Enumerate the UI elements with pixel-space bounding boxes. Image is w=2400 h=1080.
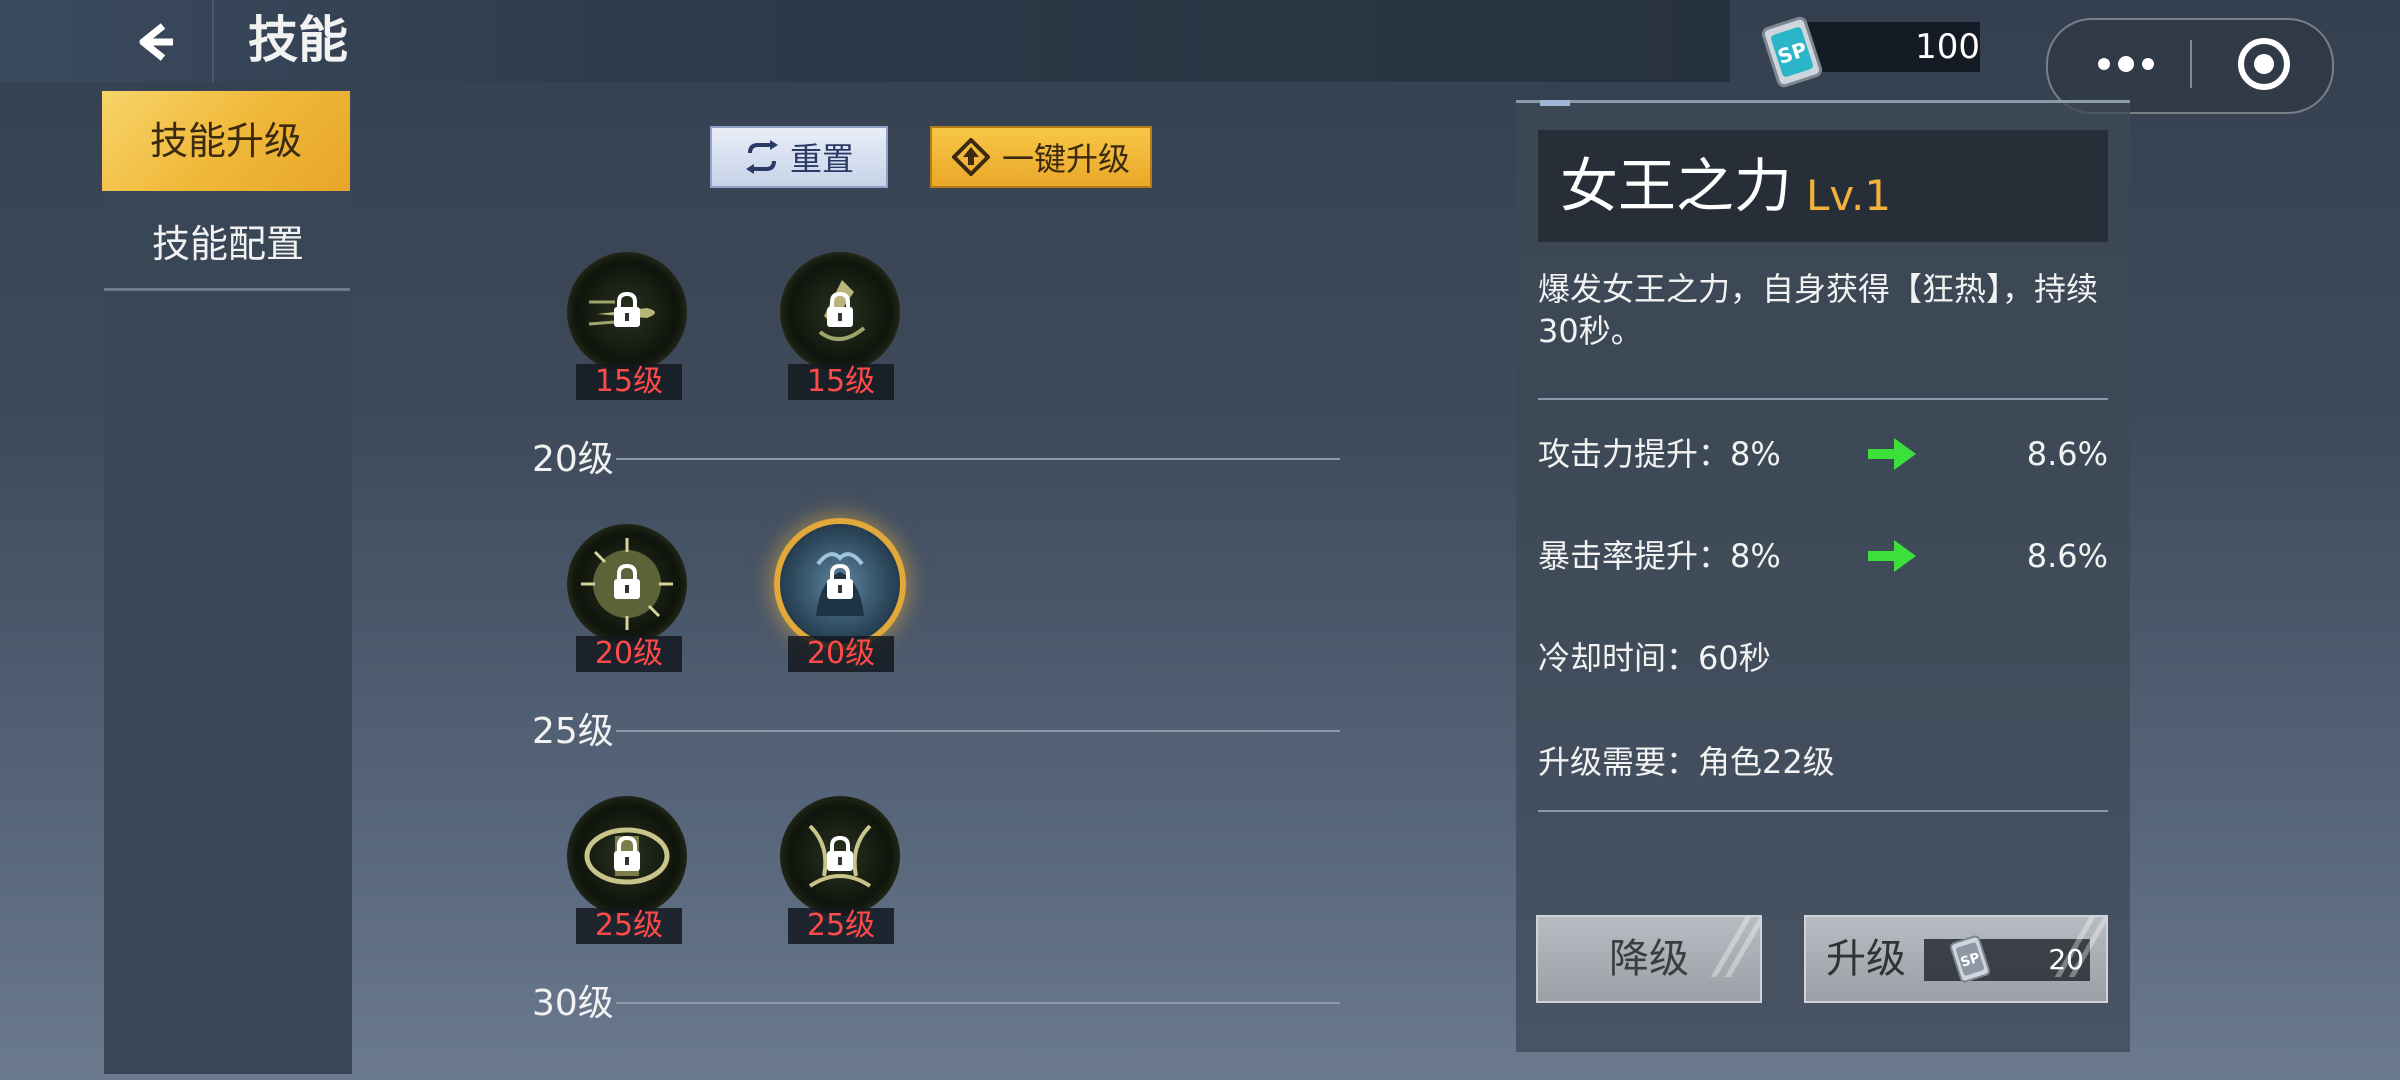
skill-burst[interactable] [567, 524, 687, 644]
skill-dagger[interactable] [780, 252, 900, 372]
detail-divider [1538, 398, 2108, 400]
stat-crit-boost: 暴击率提升：8% [1538, 537, 1781, 575]
arrow-right-icon [1868, 540, 1916, 572]
sidebar-divider [104, 288, 350, 291]
more-dots-icon [2098, 56, 2154, 72]
reset-label: 重置 [789, 140, 854, 178]
lock-icon [614, 564, 640, 599]
title-divider [212, 0, 214, 82]
skill-level-requirement: 25级 [788, 908, 894, 944]
more-button[interactable] [2066, 28, 2186, 100]
tier-label: 30级 [532, 983, 614, 1024]
skill-level-requirement: 20级 [788, 636, 894, 672]
panel-accent [1540, 100, 1570, 106]
downgrade-label: 降级 [1609, 936, 1689, 982]
tab-skill-upgrade[interactable]: 技能升级 [102, 91, 350, 191]
arrow-right-icon [1868, 438, 1916, 470]
refresh-icon [745, 140, 778, 174]
currency-amount: 100 [1915, 27, 1980, 67]
tier-divider [616, 458, 1340, 460]
skill-name: 女王之力 [1560, 152, 1793, 220]
lock-icon [614, 292, 640, 327]
skill-description: 爆发女王之力，自身获得【狂热】，持续30秒。 [1538, 270, 2099, 350]
tier-label: 25级 [532, 711, 614, 752]
lock-icon [827, 292, 853, 327]
lock-icon [614, 836, 640, 871]
tier-divider [616, 730, 1340, 732]
back-arrow-icon [139, 23, 173, 61]
page-title: 技能 [248, 11, 348, 69]
detail-divider [1538, 810, 2108, 812]
capsule-separator [2190, 40, 2192, 88]
close-miniprogram-button[interactable] [2204, 28, 2324, 100]
one-click-upgrade-button[interactable]: 一键升级 [930, 126, 1152, 188]
one-click-upgrade-label: 一键升级 [1001, 140, 1130, 178]
skill-level-requirement: 15级 [788, 364, 894, 400]
sp-card-icon: SP [1949, 935, 1991, 983]
skill-level-requirement: 15级 [576, 364, 682, 400]
stat-cooldown: 冷却时间：60秒 [1538, 639, 1771, 677]
skill-bullet[interactable] [567, 252, 687, 372]
skill-level-requirement: 20级 [576, 636, 682, 672]
downgrade-button[interactable]: 降级 [1536, 915, 1762, 1003]
panel-top-border [1516, 100, 2130, 103]
sp-card-icon: SP [1750, 10, 1834, 94]
stat-crit-next: 8.6% [2026, 537, 2108, 575]
upgrade-button[interactable]: 升级 SP 20 [1804, 915, 2108, 1003]
upgrade-label: 升级 [1826, 936, 1906, 982]
skill-shield[interactable] [567, 796, 687, 916]
stat-attack-next: 8.6% [2026, 435, 2108, 473]
stat-upgrade-requirement: 升级需要：角色22级 [1538, 743, 1835, 781]
lock-icon [827, 564, 853, 599]
skill-level: Lv.1 [1806, 171, 1892, 220]
reset-button[interactable]: 重置 [710, 126, 888, 188]
lock-icon [827, 836, 853, 871]
stat-attack-boost: 攻击力提升：8% [1538, 435, 1781, 473]
target-circle-icon [2238, 38, 2290, 90]
skill-queen-power[interactable] [780, 524, 900, 644]
tab-skill-config[interactable]: 技能配置 [104, 196, 352, 292]
upgrade-diamond-icon [951, 138, 990, 176]
tier-divider [616, 1002, 1340, 1004]
skill-claw[interactable] [780, 796, 900, 916]
back-button[interactable] [120, 10, 190, 74]
skill-level-requirement: 25级 [576, 908, 682, 944]
tier-label: 20级 [532, 439, 614, 480]
